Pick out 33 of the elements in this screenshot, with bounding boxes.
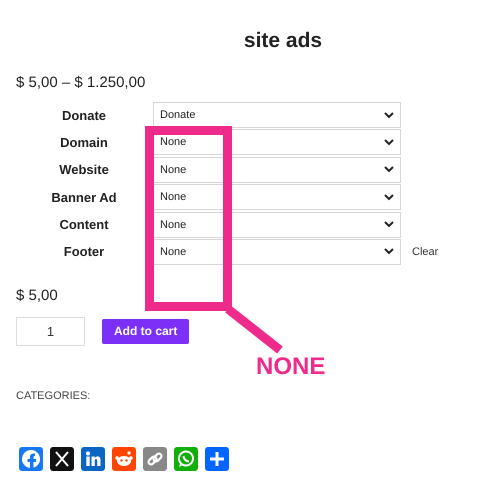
dropdown[interactable]: None (153, 156, 401, 183)
variation-label: Content (58, 217, 110, 232)
chevron-down-icon (384, 166, 394, 174)
dropdown[interactable]: None (153, 184, 401, 210)
categories-label: CATEGORIES: (16, 390, 92, 402)
dropdown[interactable]: None (153, 129, 401, 156)
chevron-down-icon (384, 112, 394, 118)
variation-label: Footer (62, 244, 106, 260)
price-range: $ 5,00 – $ 1.250,00 (16, 74, 146, 92)
share-plus-icon[interactable] (205, 446, 229, 471)
variation-label: Domain (59, 134, 109, 150)
price: $ 5,00 (16, 286, 59, 304)
chevron-down-icon (384, 248, 394, 256)
variation-label: Donate (60, 108, 108, 122)
whatsapp-icon[interactable] (174, 446, 198, 471)
quantity-field[interactable]: 1 (16, 316, 85, 346)
dropdown[interactable]: None (153, 212, 401, 238)
clear-link[interactable]: Clear (412, 246, 438, 258)
x-icon[interactable] (50, 446, 74, 471)
chevron-down-icon (384, 194, 394, 201)
link-icon[interactable] (143, 446, 167, 471)
variation-label: Website (58, 162, 110, 178)
add-to-cart-button[interactable]: Add to cart (102, 318, 190, 344)
product-title: site ads (242, 28, 324, 54)
dropdown[interactable]: Donate (153, 102, 401, 128)
annotation-text: NONE (256, 353, 326, 381)
dropdown[interactable]: None (153, 238, 401, 265)
reddit-icon[interactable] (112, 446, 136, 471)
chevron-down-icon (384, 221, 394, 228)
linkedin-icon[interactable] (81, 446, 105, 471)
variation-label: Banner Ad (50, 190, 118, 205)
facebook-icon[interactable] (19, 446, 43, 471)
chevron-down-icon (384, 138, 394, 146)
